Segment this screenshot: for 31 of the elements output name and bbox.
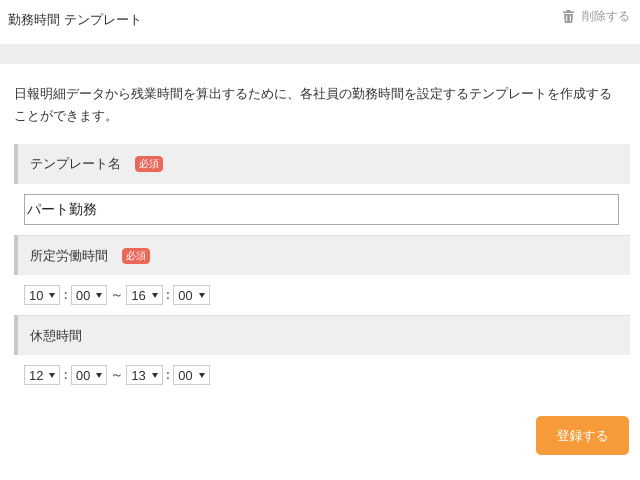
caret-icon — [49, 292, 56, 298]
caret-icon — [96, 372, 102, 378]
time-dropdown[interactable]: 00 — [70, 365, 108, 385]
separator-text: : — [164, 288, 172, 302]
section-label: テンプレート名 — [30, 156, 121, 173]
time-dropdown[interactable]: 00 — [173, 365, 210, 385]
time-dropdown[interactable]: 13 — [126, 365, 163, 385]
section-label: 所定労働時間 — [30, 248, 108, 264]
caret-icon — [49, 372, 56, 378]
page-title: 勤務時間 テンプレート — [8, 12, 142, 29]
time-dropdown[interactable]: 00 — [70, 285, 108, 305]
separator-text: ～ — [109, 367, 124, 384]
separator-text: ～ — [109, 287, 124, 304]
section-label: 休憩時間 — [30, 328, 82, 344]
description-text: 日報明細データから残業時間を算出するために、各社員の勤務時間を設定するテンプレートを作成することができます。 — [14, 86, 613, 126]
time-dropdown[interactable]: 10 — [24, 285, 60, 305]
separator-text: : — [62, 368, 69, 382]
time-dropdown[interactable]: 16 — [126, 285, 163, 305]
required-badge: 必須 — [135, 156, 163, 172]
time-dropdown[interactable]: 00 — [173, 285, 210, 305]
input-field[interactable]: パート勤務 — [24, 194, 619, 225]
caret-icon — [198, 292, 205, 298]
caret-icon — [152, 292, 158, 298]
caret-icon — [198, 372, 205, 378]
separator-text: : — [164, 368, 172, 382]
caret-icon — [96, 292, 102, 298]
time-dropdown[interactable]: 12 — [24, 365, 60, 385]
separator-text: : — [62, 288, 69, 302]
trash-icon — [563, 10, 574, 23]
caret-icon — [152, 372, 158, 378]
required-badge: 必須 — [122, 248, 150, 264]
